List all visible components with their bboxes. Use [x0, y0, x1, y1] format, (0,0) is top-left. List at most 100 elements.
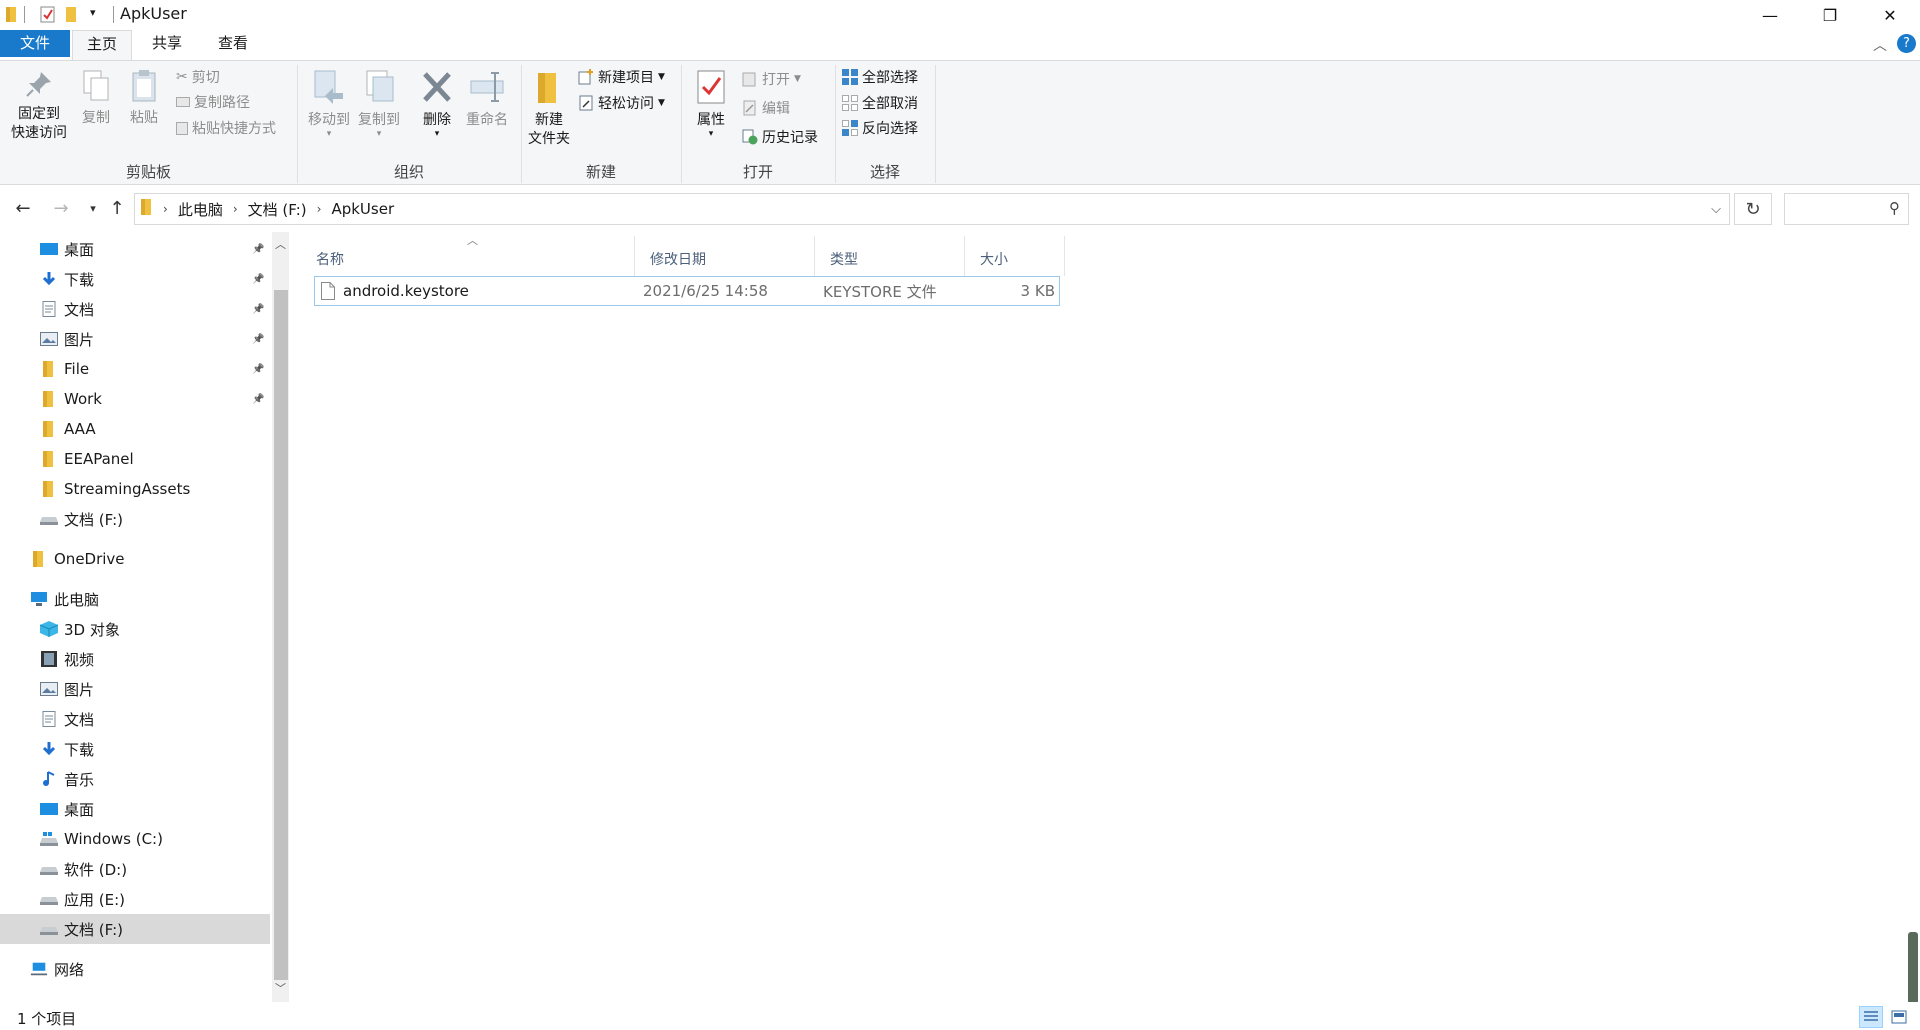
quick-access-item-work[interactable]: Work 📌 [0, 384, 270, 414]
refresh-button[interactable]: ↻ [1734, 193, 1772, 225]
desktop-icon [40, 801, 58, 817]
tab-home[interactable]: 主页 [72, 30, 132, 60]
properties-quick-icon[interactable] [40, 6, 56, 23]
paste-shortcut-button[interactable]: 粘贴快捷方式 [176, 118, 276, 138]
group-label-organize: 组织 [393, 163, 424, 181]
item-count: 1 个项目 [17, 1010, 77, 1028]
customize-quick-access-dropdown[interactable]: ▾ [90, 6, 96, 19]
tab-file[interactable]: 文件 [0, 30, 70, 57]
quick-access-item-eeapanel[interactable]: EEAPanel [0, 444, 270, 474]
cut-button[interactable]: ✂ 剪切 [176, 67, 220, 87]
quick-access-item-item[interactable]: 图片 📌 [0, 324, 270, 354]
folder-icon [141, 199, 153, 219]
breadcrumb-chevron-icon[interactable]: › [317, 202, 322, 216]
quick-access-item-item[interactable]: 下载 📌 [0, 264, 270, 294]
breadcrumb-apkuser[interactable]: ApkUser [331, 200, 394, 218]
this-pc-item-f[interactable]: 文档 (F:) [0, 914, 270, 944]
recent-locations-dropdown[interactable]: ▾ [80, 194, 106, 222]
nav-item-this-pc[interactable]: 此电脑 [0, 584, 270, 614]
this-pc-item-d[interactable]: 软件 (D:) [0, 854, 270, 884]
tab-view[interactable]: 查看 [206, 30, 260, 57]
history-button[interactable]: 历史记录 [742, 127, 818, 147]
new-item-button[interactable]: 新建项目 ▼ [578, 67, 665, 87]
large-icons-view-button[interactable] [1887, 1006, 1911, 1028]
this-pc-item-item[interactable]: 桌面 [0, 794, 270, 824]
close-button[interactable]: ✕ [1860, 0, 1920, 30]
group-label-open: 打开 [742, 163, 773, 181]
copy-button[interactable]: 复制 [76, 69, 116, 128]
delete-button[interactable]: 删除 ▾ [414, 69, 460, 139]
details-view-button[interactable] [1859, 1006, 1883, 1028]
scroll-up-arrow-icon[interactable]: ︿ [272, 236, 289, 256]
properties-label: 属性 [697, 112, 725, 128]
select-all-label: 全部选择 [862, 70, 918, 86]
breadcrumb-chevron-icon[interactable]: › [163, 202, 168, 216]
this-pc-item-item[interactable]: 音乐 [0, 764, 270, 794]
folder-icon [40, 451, 58, 467]
open-button[interactable]: 打开 ▼ [742, 69, 801, 89]
file-modified: 2021/6/25 14:58 [643, 282, 768, 300]
quick-access-item-item[interactable]: 桌面 📌 [0, 234, 270, 264]
this-pc-item-3d[interactable]: 3D 对象 [0, 614, 270, 644]
pin-quick-access-button[interactable]: 固定到 快速访问 [6, 69, 72, 143]
easy-access-button[interactable]: 轻松访问 ▼ [578, 93, 665, 113]
title-bar: ▾ ApkUser — ❐ ✕ [0, 0, 1920, 30]
scroll-down-arrow-icon[interactable]: ﹀ [272, 980, 289, 1000]
dropdown-arrow-icon: ▼ [794, 74, 801, 84]
this-pc-item-windows-c[interactable]: Windows (C:) [0, 824, 270, 854]
copy-to-button[interactable]: 复制到 ▾ [354, 69, 404, 139]
breadcrumb-chevron-icon[interactable]: › [233, 202, 238, 216]
minimize-button[interactable]: — [1740, 0, 1800, 30]
collapse-ribbon-icon[interactable]: ︿ [1873, 35, 1887, 55]
copy-path-button[interactable]: 复制路径 [176, 92, 250, 112]
breadcrumb-drive-f[interactable]: 文档 (F:) [248, 199, 307, 220]
new-folder-quick-icon[interactable] [66, 6, 82, 23]
new-folder-button[interactable]: 新建 文件夹 [524, 69, 574, 149]
quick-access-item-file[interactable]: File 📌 [0, 354, 270, 384]
select-none-button[interactable]: 全部取消 [842, 93, 918, 113]
select-all-button[interactable]: 全部选择 [842, 67, 918, 87]
tab-share[interactable]: 共享 [140, 30, 194, 57]
move-to-label: 移动到 [308, 112, 350, 128]
properties-button[interactable]: 属性 ▾ [688, 69, 734, 139]
forward-button[interactable]: → [48, 194, 74, 222]
paste-button[interactable]: 粘贴 [124, 69, 164, 128]
maximize-button[interactable]: ❐ [1800, 0, 1860, 30]
rename-button[interactable]: 重命名 [460, 69, 514, 130]
move-to-button[interactable]: 移动到 ▾ [304, 69, 354, 139]
file-row[interactable]: android.keystore 2021/6/25 14:58 KEYSTOR… [314, 276, 1060, 306]
dropdown-arrow-icon: ▾ [708, 129, 714, 139]
breadcrumb-this-pc[interactable]: 此电脑 [178, 199, 223, 220]
address-history-dropdown-icon[interactable]: ⌵ [1711, 202, 1721, 217]
up-button[interactable]: ↑ [104, 194, 130, 222]
column-divider[interactable] [1064, 236, 1065, 276]
dropdown-arrow-icon: ▾ [326, 129, 332, 139]
column-header-size[interactable]: 大小 [964, 244, 1064, 274]
nav-pane-scroll-thumb[interactable] [274, 290, 288, 980]
nav-item-onedrive[interactable]: OneDrive [0, 544, 270, 574]
quick-access-item-streamingassets[interactable]: StreamingAssets [0, 474, 270, 504]
this-pc-item-item[interactable]: 图片 [0, 674, 270, 704]
address-bar[interactable]: › 此电脑 › 文档 (F:) › ApkUser ⌵ [134, 193, 1730, 225]
back-button[interactable]: ← [10, 194, 36, 222]
edit-button[interactable]: 编辑 [742, 98, 790, 118]
window-title: ApkUser [120, 4, 187, 23]
drive-icon [40, 891, 58, 907]
column-header-modified[interactable]: 修改日期 [634, 244, 814, 274]
column-header-type[interactable]: 类型 [814, 244, 964, 274]
this-pc-item-item[interactable]: 文档 [0, 704, 270, 734]
quick-access-item-f[interactable]: 文档 (F:) [0, 504, 270, 534]
this-pc-item-item[interactable]: 下载 [0, 734, 270, 764]
nav-item-label: 文档 [64, 710, 95, 729]
this-pc-item-item[interactable]: 视频 [0, 644, 270, 674]
search-input[interactable]: ⚲ [1784, 193, 1909, 225]
invert-selection-button[interactable]: 反向选择 [842, 118, 918, 138]
help-icon[interactable]: ? [1897, 34, 1916, 53]
nav-item-network[interactable]: 网络 [0, 954, 270, 984]
column-header-name[interactable]: 名称 [300, 244, 634, 274]
side-widget [1908, 932, 1918, 1004]
quick-access-item-aaa[interactable]: AAA [0, 414, 270, 444]
this-pc-item-e[interactable]: 应用 (E:) [0, 884, 270, 914]
copy-path-icon [176, 97, 190, 107]
quick-access-item-item[interactable]: 文档 📌 [0, 294, 270, 324]
